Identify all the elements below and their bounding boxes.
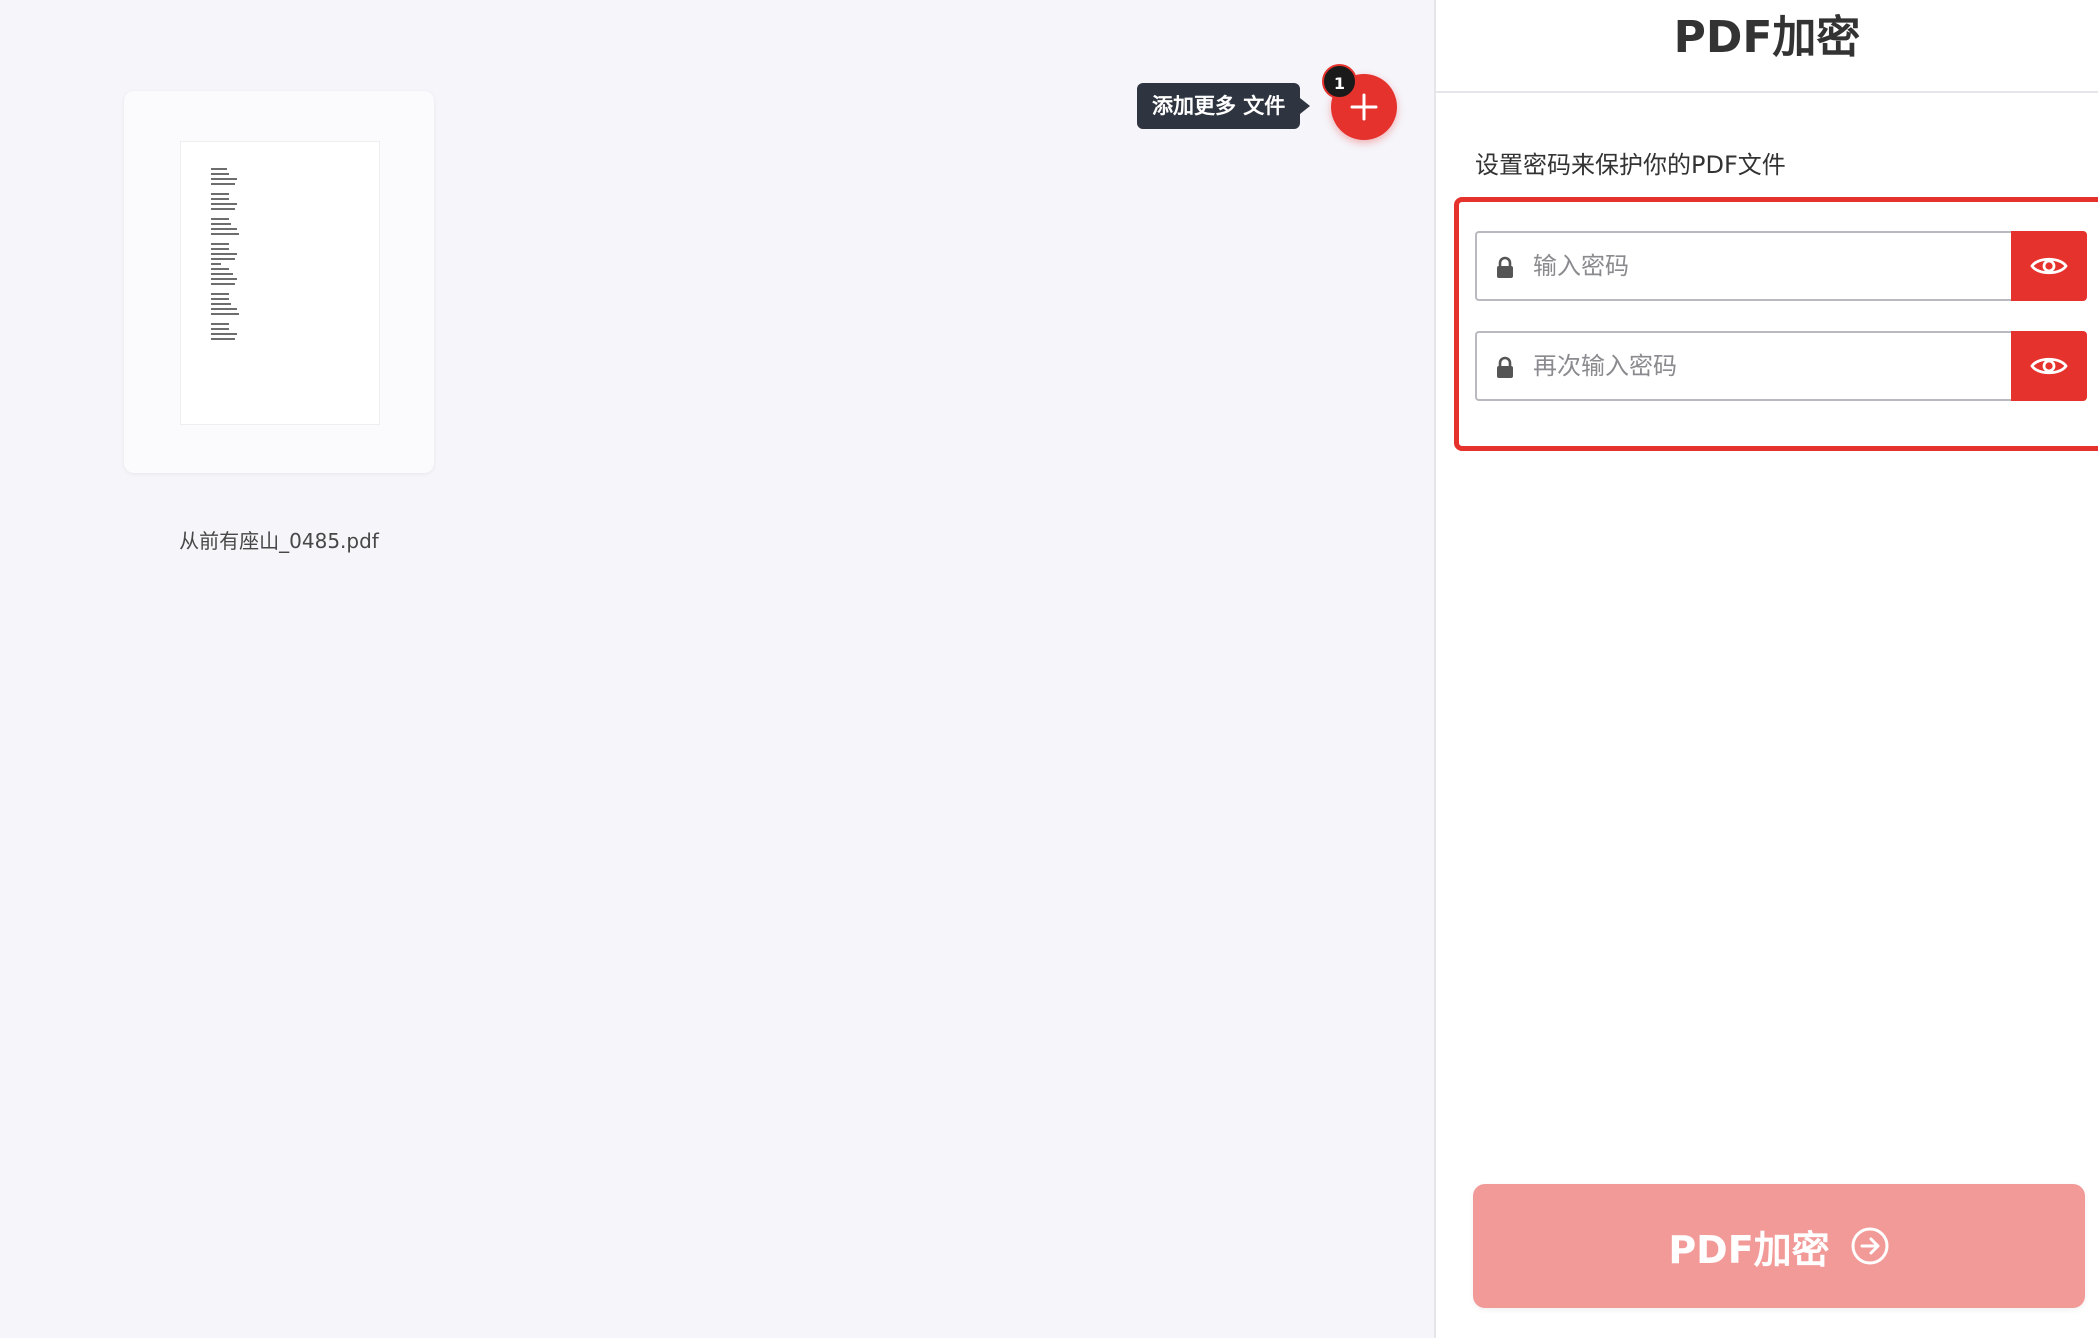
password-group	[1454, 197, 2098, 451]
thumbnail-text-line	[211, 258, 235, 260]
password-input[interactable]	[1531, 233, 2001, 299]
password-field-wrapper	[1475, 231, 2011, 301]
pdf-thumbnail	[180, 141, 380, 425]
lock-icon	[1497, 356, 1513, 378]
eye-icon	[2030, 257, 2068, 275]
thumbnail-text-line	[211, 233, 239, 235]
thumbnail-text-line	[211, 333, 237, 335]
thumbnail-text-line	[211, 243, 229, 245]
thumbnail-text-line	[211, 173, 229, 175]
thumbnail-text-line	[211, 253, 237, 255]
thumbnail-text-line	[211, 223, 231, 225]
thumbnail-text-line	[211, 273, 233, 275]
thumbnail-text-line	[211, 228, 237, 230]
lock-icon	[1497, 256, 1513, 278]
thumbnail-text-line	[211, 323, 229, 325]
thumbnail-text-line	[211, 248, 229, 250]
confirm-field-wrapper	[1475, 331, 2011, 401]
thumbnail-text-line	[211, 278, 237, 280]
thumbnail-text-line	[211, 203, 237, 205]
encrypt-pdf-button[interactable]: PDF加密	[1473, 1184, 2085, 1308]
thumbnail-text-lines	[211, 168, 239, 343]
thumbnail-text-line	[211, 303, 231, 305]
file-count-badge: 1	[1322, 64, 1357, 99]
thumbnail-text-line	[211, 218, 229, 220]
password-row	[1475, 231, 2087, 301]
thumbnail-text-line	[211, 298, 229, 300]
sidebar-title: PDF加密	[1436, 0, 2098, 93]
thumbnail-text-line	[211, 168, 227, 170]
show-confirm-password-button[interactable]	[2011, 331, 2087, 401]
arrow-circle-right-icon	[1851, 1227, 1889, 1265]
thumbnail-text-line	[211, 178, 237, 180]
eye-icon	[2030, 357, 2068, 375]
file-card[interactable]: 从前有座山_0485.pdf	[124, 91, 434, 553]
sidebar-description: 设置密码来保护你的PDF文件	[1475, 151, 1786, 179]
thumbnail-text-line	[211, 268, 229, 270]
options-sidebar: PDF加密 设置密码来保护你的PDF文件 PDF加密	[1434, 0, 2098, 1338]
file-workspace: 从前有座山_0485.pdf 添加更多 文件 1	[0, 0, 1434, 1338]
thumbnail-text-line	[211, 183, 235, 185]
file-name: 从前有座山_0485.pdf	[179, 529, 379, 553]
confirm-password-row	[1475, 331, 2087, 401]
thumbnail-text-line	[211, 198, 229, 200]
thumbnail-text-line	[211, 328, 229, 330]
thumbnail-text-line	[211, 283, 235, 285]
thumbnail-text-line	[211, 308, 237, 310]
plus-icon	[1350, 93, 1378, 121]
encrypt-button-label: PDF加密	[1668, 1227, 1830, 1272]
thumbnail-text-line	[211, 313, 239, 315]
thumbnail-text-line	[211, 263, 221, 265]
add-files-tooltip: 添加更多 文件	[1137, 83, 1311, 129]
show-password-button[interactable]	[2011, 231, 2087, 301]
thumbnail-text-line	[211, 208, 235, 210]
thumbnail-text-line	[211, 193, 229, 195]
thumbnail-text-line	[211, 293, 229, 295]
thumbnail-text-line	[211, 338, 235, 340]
confirm-password-input[interactable]	[1531, 333, 2001, 399]
